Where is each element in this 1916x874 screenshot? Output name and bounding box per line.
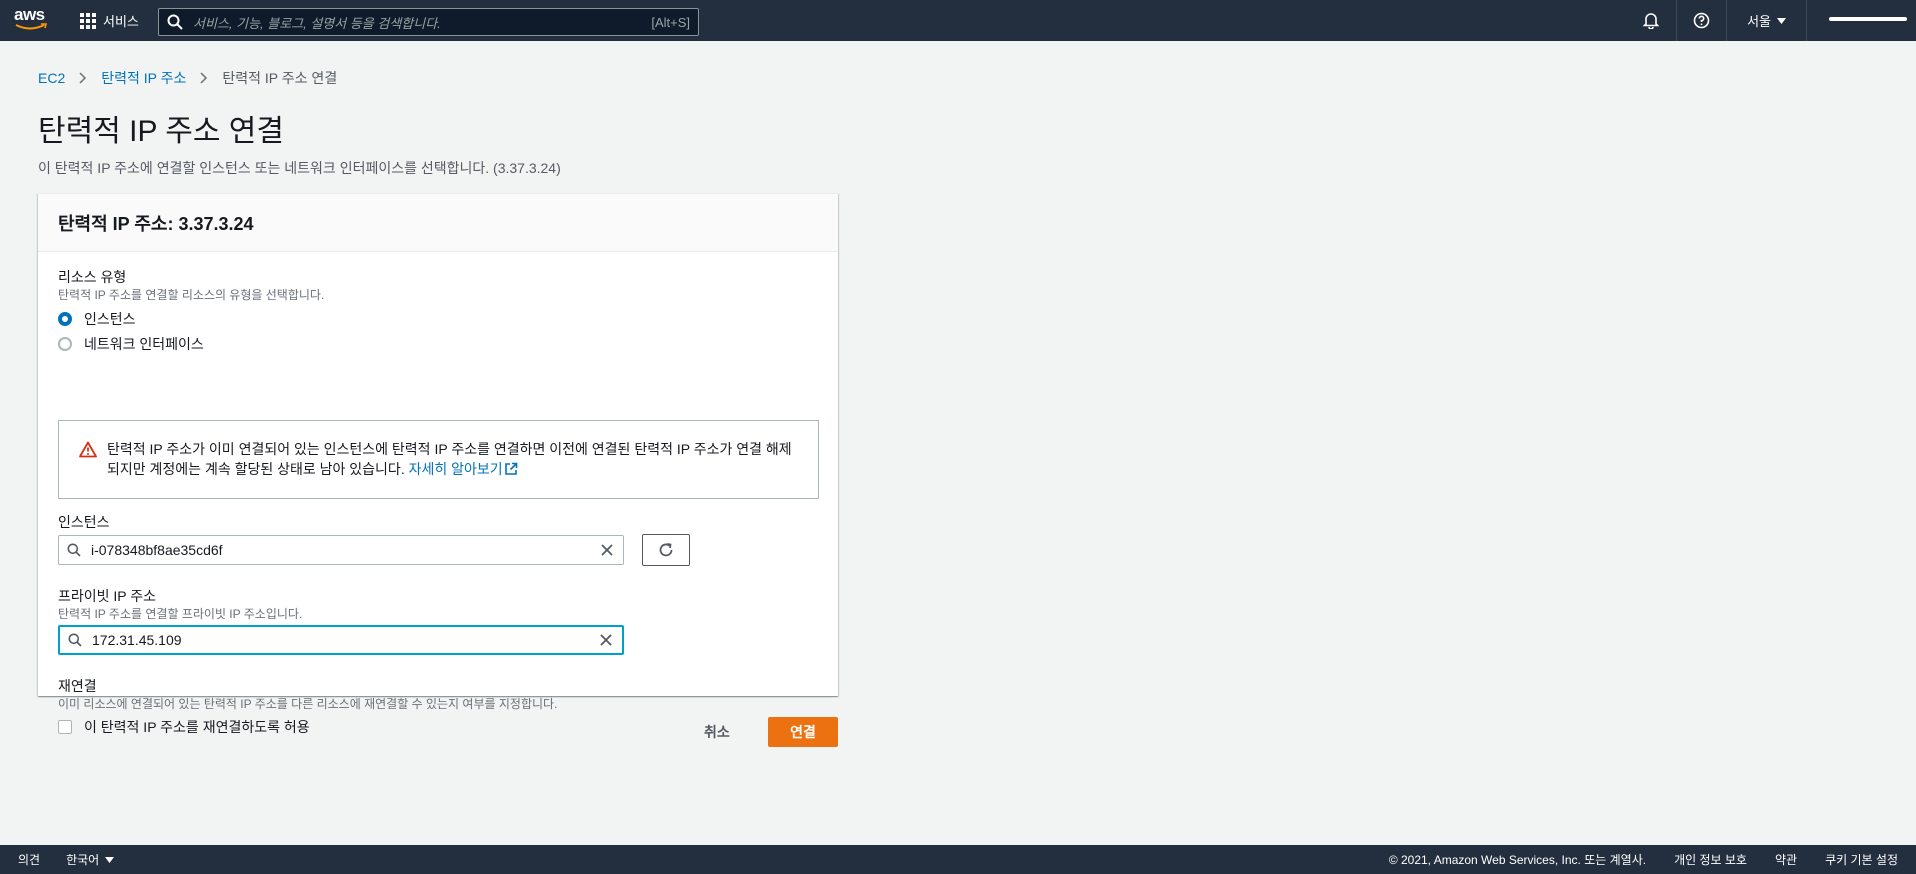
private-ip-input[interactable]: 172.31.45.109 <box>58 625 624 655</box>
private-ip-label: 프라이빗 IP 주소 <box>58 588 157 604</box>
instance-search-input[interactable]: i-078348bf8ae35cd6f <box>58 535 624 565</box>
warning-alert: 탄력적 IP 주소가 이미 연결되어 있는 인스턴스에 탄력적 IP 주소를 연… <box>58 420 819 499</box>
caret-down-icon <box>105 856 115 863</box>
page-title: 탄력적 IP 주소 연결 <box>38 115 285 148</box>
aws-logo-text: aws <box>14 5 45 24</box>
learn-more-link[interactable]: 자세히 알아보기 <box>409 461 518 477</box>
instance-value: i-078348bf8ae35cd6f <box>91 542 223 558</box>
reassociation-label: 재연결 <box>58 678 97 694</box>
global-search-input[interactable]: 서비스, 기능, 블로그, 설명서 등을 검색합니다. [Alt+S] <box>158 8 699 36</box>
search-placeholder: 서비스, 기능, 블로그, 설명서 등을 검색합니다. <box>193 15 441 31</box>
panel-header: 탄력적 IP 주소: 3.37.3.24 <box>38 194 838 252</box>
search-icon <box>68 633 82 647</box>
connect-button[interactable]: 연결 <box>768 717 838 747</box>
notifications-button[interactable] <box>1626 0 1676 41</box>
resource-type-description: 탄력적 IP 주소를 연결할 리소스의 유형을 선택합니다. <box>58 288 325 302</box>
refresh-button[interactable] <box>642 534 690 566</box>
account-name-redacted <box>1829 17 1907 21</box>
private-ip-description: 탄력적 IP 주소를 연결할 프라이빗 IP 주소입니다. <box>58 607 303 621</box>
help-icon <box>1693 12 1710 29</box>
refresh-icon <box>659 543 673 557</box>
radio-option-instance[interactable]: 인스턴스 <box>58 309 136 329</box>
radio-option-label: 인스턴스 <box>84 311 136 327</box>
reassociation-checkbox[interactable] <box>58 720 72 734</box>
search-shortcut: [Alt+S] <box>651 14 690 30</box>
learn-more-label: 자세히 알아보기 <box>408 461 503 477</box>
clear-icon[interactable] <box>598 632 614 648</box>
footer-left: 의견 한국어 <box>18 851 115 868</box>
search-icon <box>167 14 183 30</box>
external-link-icon <box>504 462 517 475</box>
chevron-right-icon <box>200 72 208 84</box>
cookie-preferences-link[interactable]: 쿠키 기본 설정 <box>1825 851 1898 868</box>
reassociation-checkbox-label: 이 탄력적 IP 주소를 재연결하도록 허용 <box>84 719 310 735</box>
caret-down-icon <box>1777 17 1786 24</box>
radio-button-checked[interactable] <box>58 312 72 326</box>
private-ip-value: 172.31.45.109 <box>92 632 182 648</box>
breadcrumb-ec2[interactable]: EC2 <box>38 70 65 86</box>
reassociation-checkbox-row[interactable]: 이 탄력적 IP 주소를 재연결하도록 허용 <box>58 717 310 737</box>
language-label: 한국어 <box>66 853 100 867</box>
radio-option-network-interface[interactable]: 네트워크 인터페이스 <box>58 334 204 354</box>
clear-icon[interactable] <box>599 542 615 558</box>
services-label: 서비스 <box>103 14 139 29</box>
privacy-link[interactable]: 개인 정보 보호 <box>1674 851 1747 868</box>
breadcrumb-elastic-ip[interactable]: 탄력적 IP 주소 <box>101 68 186 88</box>
aws-logo[interactable]: aws <box>14 6 50 34</box>
bell-icon <box>1643 13 1660 29</box>
services-menu[interactable]: 서비스 <box>80 0 139 41</box>
footer: 의견 한국어 © 2021, Amazon Web Services, Inc.… <box>0 845 1916 874</box>
search-icon <box>67 543 81 557</box>
reassociation-description: 이미 리소스에 연결되어 있는 탄력적 IP 주소를 다른 리소스에 재연결할 … <box>58 697 558 711</box>
instance-label: 인스턴스 <box>58 514 110 530</box>
feedback-link[interactable]: 의견 <box>18 851 40 868</box>
chevron-right-icon <box>79 72 87 84</box>
resource-type-label: 리소스 유형 <box>58 269 127 285</box>
aws-smile-icon <box>15 23 48 30</box>
terms-link[interactable]: 약관 <box>1775 851 1797 868</box>
region-label: 서울 <box>1747 14 1771 29</box>
top-navigation: aws 서비스 서비스, 기능, 블로그, 설명서 등을 검색합니다. [Alt… <box>0 0 1916 41</box>
footer-right: © 2021, Amazon Web Services, Inc. 또는 계열사… <box>1389 851 1898 868</box>
warning-icon <box>79 441 97 458</box>
language-selector[interactable]: 한국어 <box>66 851 115 868</box>
nav-right-group: 서울 <box>1626 0 1916 41</box>
region-selector[interactable]: 서울 <box>1726 0 1806 41</box>
page-description: 이 탄력적 IP 주소에 연결할 인스턴스 또는 네트워크 인터페이스를 선택합… <box>38 160 561 176</box>
grid-icon <box>80 12 96 29</box>
help-button[interactable] <box>1676 0 1726 41</box>
cancel-button[interactable]: 취소 <box>692 717 742 747</box>
breadcrumb: EC2 탄력적 IP 주소 탄력적 IP 주소 연결 <box>38 68 337 88</box>
copyright-text: © 2021, Amazon Web Services, Inc. 또는 계열사… <box>1388 853 1647 867</box>
radio-option-label: 네트워크 인터페이스 <box>84 336 204 352</box>
radio-button[interactable] <box>58 337 72 351</box>
account-menu[interactable] <box>1806 0 1916 41</box>
breadcrumb-current: 탄력적 IP 주소 연결 <box>222 70 338 86</box>
associate-elastic-ip-panel: 탄력적 IP 주소: 3.37.3.24 리소스 유형 탄력적 IP 주소를 연… <box>38 193 838 735</box>
